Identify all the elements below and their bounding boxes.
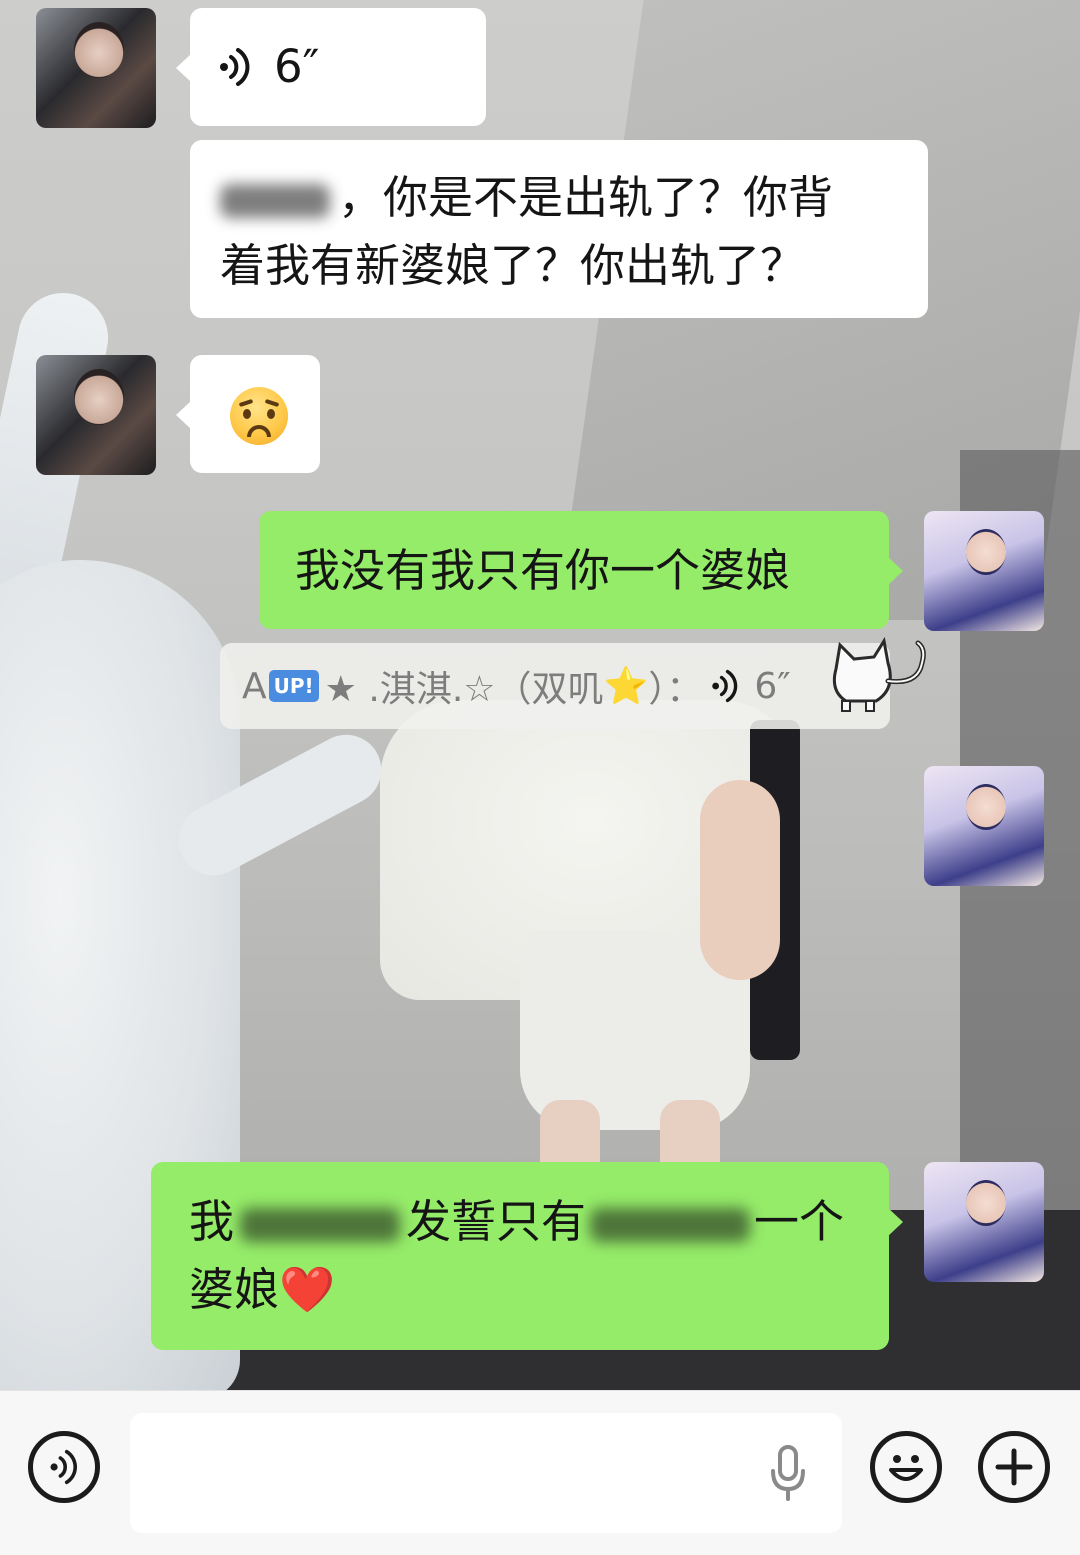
voice-mode-icon — [50, 1449, 77, 1485]
emoji-button[interactable] — [870, 1431, 942, 1503]
message-input[interactable] — [130, 1413, 842, 1533]
voice-wave-icon — [712, 669, 738, 703]
message-line: 婆娘❤️ — [189, 1263, 336, 1316]
red-heart-emoji: ❤️ — [279, 1263, 336, 1316]
avatar-contact[interactable] — [36, 8, 156, 128]
plus-icon — [995, 1448, 1033, 1486]
redacted-name — [590, 1208, 751, 1242]
cat-sticker-icon — [832, 636, 926, 712]
person-hand — [700, 780, 780, 980]
voice-forward-notice[interactable]: A UP! ★ .淇淇.☆（双叽 ⭐ ）： 6″ — [220, 636, 926, 729]
avatar-self[interactable] — [924, 1162, 1044, 1282]
voice-message-bubble[interactable]: 6″ — [176, 8, 486, 126]
avatar-self[interactable] — [924, 511, 1044, 631]
star-emoji: ⭐ — [603, 666, 649, 707]
voice-mode-button[interactable] — [28, 1431, 100, 1503]
microphone-icon[interactable] — [770, 1445, 806, 1501]
chat-input-bar — [0, 1390, 1080, 1555]
voice-duration: 6″ — [274, 40, 320, 93]
text-message-bubble[interactable]: ，你是不是出轨了？你背 着我有新婆娘了？你出轨了？ — [190, 140, 928, 318]
voice-duration: 6″ — [754, 665, 791, 707]
avatar-self[interactable] — [924, 766, 1044, 886]
pleading-face-emoji — [230, 387, 288, 445]
redacted-name — [220, 184, 330, 218]
sender-name: ★ .淇淇.☆（双叽 — [324, 669, 604, 710]
smiley-icon — [889, 1455, 923, 1481]
plus-button[interactable] — [978, 1431, 1050, 1503]
text-message-bubble[interactable]: 我没有我只有你一个婆娘 — [259, 511, 903, 629]
message-line: ，你是不是出轨了？你背 — [220, 164, 898, 232]
message-line: 我发誓只有 一个 — [189, 1195, 845, 1248]
message-line: 着我有新婆娘了？你出轨了？ — [220, 239, 806, 292]
avatar-contact[interactable] — [36, 355, 156, 475]
up-badge: UP! — [268, 670, 319, 702]
redacted-name — [240, 1208, 401, 1242]
voice-wave-icon — [220, 48, 250, 86]
emoji-message-bubble[interactable] — [176, 355, 320, 473]
text-message-bubble[interactable]: 我发誓只有 一个 婆娘❤️ — [151, 1162, 903, 1350]
